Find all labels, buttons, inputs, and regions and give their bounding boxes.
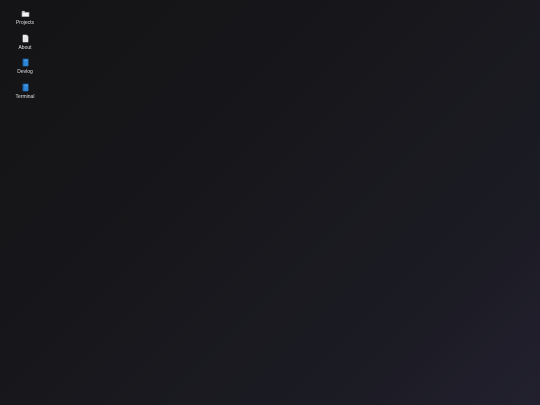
desktop-icon-label: Terminal bbox=[15, 93, 35, 100]
desktop-icon-column: Projects About Devlog Terminal bbox=[8, 7, 42, 105]
desktop-icon-projects[interactable]: Projects bbox=[8, 7, 42, 32]
desktop-icon-about[interactable]: About bbox=[8, 32, 42, 57]
desktop-icon-devlog[interactable]: Devlog bbox=[8, 56, 42, 81]
desktop-icon-label: About bbox=[18, 44, 32, 51]
document-icon bbox=[22, 34, 28, 42]
blue-book-icon bbox=[22, 58, 29, 67]
desktop-icon-label: Devlog bbox=[17, 69, 33, 75]
desktop-icon-terminal[interactable]: Terminal bbox=[8, 81, 42, 106]
desktop: Projects About Devlog Terminal bbox=[0, 0, 540, 405]
folder-icon bbox=[21, 10, 29, 17]
blue-book-icon bbox=[22, 83, 29, 91]
desktop-icon-label: Projects bbox=[15, 20, 35, 26]
